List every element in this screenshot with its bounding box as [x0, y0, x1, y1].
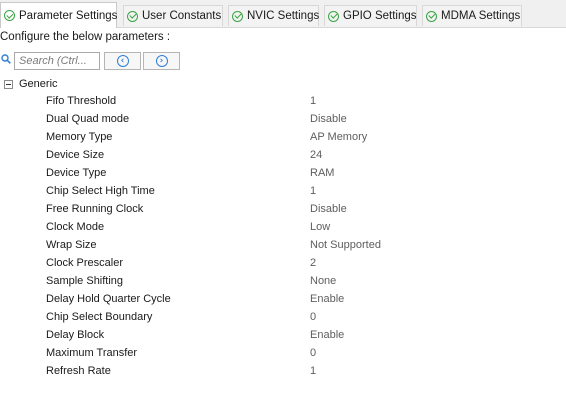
parameter-value[interactable]: 0: [310, 311, 316, 323]
tab-label: MDMA Settings: [441, 10, 521, 22]
parameter-list: Fifo Threshold 1 Dual Quad mode Disable Me…: [0, 92, 566, 380]
parameter-value[interactable]: RAM: [310, 167, 334, 179]
check-circle-icon: [328, 10, 339, 22]
check-circle-icon: [4, 10, 15, 21]
tab-mdma-settings[interactable]: MDMA Settings: [422, 5, 522, 26]
tab-bar: Parameter Settings User Constants NVIC S…: [0, 0, 566, 28]
parameter-row[interactable]: Dual Quad mode Disable: [0, 110, 566, 128]
check-circle-icon: [426, 10, 437, 22]
group-label: Generic: [19, 78, 58, 90]
parameter-value[interactable]: 1: [310, 95, 316, 107]
tab-label: Parameter Settings: [19, 9, 118, 22]
chevron-left-icon: ‹: [116, 55, 129, 67]
collapse-icon[interactable]: [4, 79, 13, 89]
tab-nvic-settings[interactable]: NVIC Settings: [228, 5, 319, 26]
parameter-value[interactable]: AP Memory: [310, 131, 367, 143]
search-icon: [1, 54, 11, 64]
check-circle-icon: [127, 10, 138, 22]
parameter-value[interactable]: 1: [310, 365, 316, 377]
parameter-value[interactable]: Low: [310, 221, 330, 233]
tab-parameter-settings[interactable]: Parameter Settings: [0, 2, 117, 28]
search-input[interactable]: [14, 52, 100, 70]
parameter-value[interactable]: 0: [310, 347, 316, 359]
parameter-name: Refresh Rate: [46, 365, 111, 377]
parameter-value[interactable]: Not Supported: [310, 239, 381, 251]
parameter-row[interactable]: Delay Hold Quarter Cycle Enable: [0, 290, 566, 308]
tab-gpio-settings[interactable]: GPIO Settings: [324, 5, 417, 26]
parameter-name: Fifo Threshold: [46, 95, 117, 107]
tab-label: GPIO Settings: [343, 10, 417, 22]
parameter-value[interactable]: 24: [310, 149, 322, 161]
configure-label: Configure the below parameters :: [0, 31, 171, 43]
search-previous-button[interactable]: ‹: [104, 52, 141, 70]
parameter-row[interactable]: Clock Mode Low: [0, 218, 566, 236]
parameter-row[interactable]: Wrap Size Not Supported: [0, 236, 566, 254]
parameter-row[interactable]: Clock Prescaler 2: [0, 254, 566, 272]
parameter-name: Device Size: [46, 149, 105, 161]
tab-user-constants[interactable]: User Constants: [123, 5, 223, 26]
parameter-name: Sample Shifting: [46, 275, 124, 287]
parameter-name: Delay Hold Quarter Cycle: [46, 293, 171, 305]
parameter-value[interactable]: Enable: [310, 329, 344, 341]
tab-label: User Constants: [142, 10, 222, 22]
parameter-row[interactable]: Device Size 24: [0, 146, 566, 164]
group-generic: Generic: [4, 77, 58, 91]
parameter-name: Clock Mode: [46, 221, 105, 233]
parameter-value[interactable]: None: [310, 275, 336, 287]
parameter-row[interactable]: Delay Block Enable: [0, 326, 566, 344]
parameter-value[interactable]: 2: [310, 257, 316, 269]
parameter-value[interactable]: Enable: [310, 293, 344, 305]
parameter-row[interactable]: Memory Type AP Memory: [0, 128, 566, 146]
parameter-row[interactable]: Maximum Transfer 0: [0, 344, 566, 362]
parameter-row[interactable]: Sample Shifting None: [0, 272, 566, 290]
parameter-row[interactable]: Chip Select Boundary 0: [0, 308, 566, 326]
parameter-value[interactable]: Disable: [310, 113, 347, 125]
search-next-button[interactable]: ›: [143, 52, 180, 70]
check-circle-icon: [232, 10, 243, 22]
parameter-name: Clock Prescaler: [46, 257, 124, 269]
parameter-name: Dual Quad mode: [46, 113, 130, 125]
tab-label: NVIC Settings: [247, 10, 320, 22]
parameter-row[interactable]: Fifo Threshold 1: [0, 92, 566, 110]
chevron-right-icon: ›: [155, 55, 168, 67]
parameter-row[interactable]: Chip Select High Time 1: [0, 182, 566, 200]
parameter-name: Free Running Clock: [46, 203, 144, 215]
parameter-value[interactable]: Disable: [310, 203, 347, 215]
parameter-name: Memory Type: [46, 131, 113, 143]
parameter-row[interactable]: Free Running Clock Disable: [0, 200, 566, 218]
parameter-name: Device Type: [46, 167, 107, 179]
parameter-name: Delay Block: [46, 329, 105, 341]
parameter-name: Chip Select High Time: [46, 185, 155, 197]
parameter-value[interactable]: 1: [310, 185, 316, 197]
parameter-name: Maximum Transfer: [46, 347, 138, 359]
parameter-name: Wrap Size: [46, 239, 97, 251]
parameter-row[interactable]: Refresh Rate 1: [0, 362, 566, 380]
parameter-row[interactable]: Device Type RAM: [0, 164, 566, 182]
parameter-name: Chip Select Boundary: [46, 311, 153, 323]
